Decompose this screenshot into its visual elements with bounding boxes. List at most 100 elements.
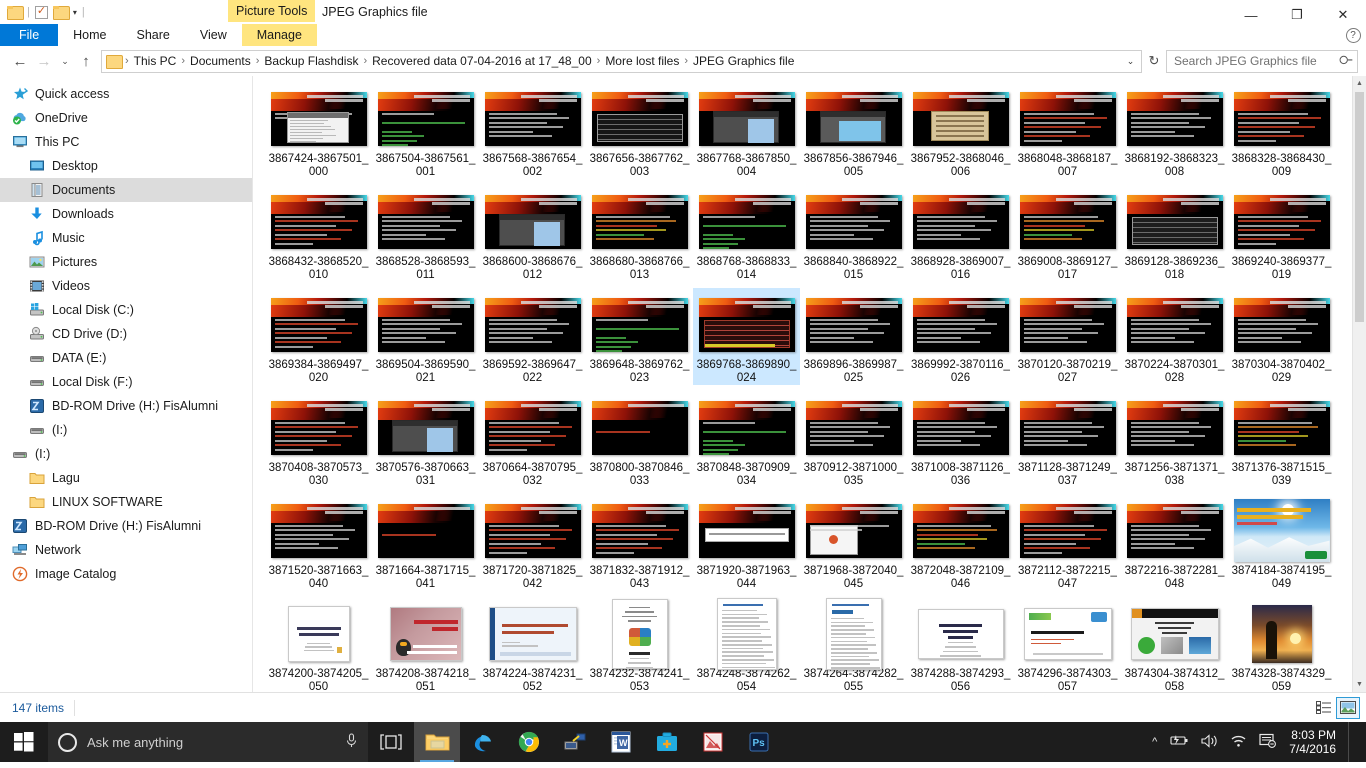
close-button[interactable]: ✕ xyxy=(1320,0,1366,30)
action-center-icon[interactable] xyxy=(1259,733,1277,751)
file-item[interactable]: 3868768-3868833_014 xyxy=(693,185,800,282)
task-view-button[interactable] xyxy=(368,722,414,762)
file-item[interactable]: 3867952-3868046_006 xyxy=(907,82,1014,179)
tab-manage[interactable]: Manage xyxy=(242,24,317,46)
file-item[interactable]: 3874328-3874329_059 xyxy=(1228,597,1335,692)
file-item[interactable]: 3869992-3870116_026 xyxy=(907,288,1014,385)
file-item[interactable]: 3868192-3868323_008 xyxy=(1121,82,1228,179)
tab-home[interactable]: Home xyxy=(58,24,121,46)
file-item[interactable]: 3871920-3871963_044 xyxy=(693,494,800,591)
sidebar-item-linux-software[interactable]: LINUX SOFTWARE xyxy=(0,490,252,514)
new-folder-icon[interactable] xyxy=(53,6,68,19)
tab-share[interactable]: Share xyxy=(122,24,185,46)
sidebar-item-cd-drive-d[interactable]: CD Drive (D:) xyxy=(0,322,252,346)
sidebar-item-pictures[interactable]: Pictures xyxy=(0,250,252,274)
file-item[interactable]: 3868528-3868593_011 xyxy=(372,185,479,282)
file-item[interactable]: 3871256-3871371_038 xyxy=(1121,391,1228,488)
sidebar-item-videos[interactable]: Videos xyxy=(0,274,252,298)
file-item[interactable]: 3870800-3870846_033 xyxy=(586,391,693,488)
back-button[interactable]: ← xyxy=(8,49,32,73)
toolkit-button[interactable] xyxy=(644,722,690,762)
chrome-button[interactable] xyxy=(506,722,552,762)
breadcrumb-more-lost-files[interactable]: More lost files xyxy=(601,54,683,68)
search-input[interactable]: Search JPEG Graphics file xyxy=(1166,50,1358,73)
sidebar-item-i[interactable]: (I:) xyxy=(0,418,252,442)
vertical-scrollbar[interactable]: ▲ ▼ xyxy=(1352,76,1366,692)
sidebar-item-documents[interactable]: Documents xyxy=(0,178,252,202)
tab-view[interactable]: View xyxy=(185,24,242,46)
photoshop-button[interactable]: Ps xyxy=(736,722,782,762)
file-item[interactable]: 3871520-3871663_040 xyxy=(265,494,372,591)
file-item[interactable]: 3872112-3872215_047 xyxy=(1014,494,1121,591)
file-item[interactable]: 3867656-3867762_003 xyxy=(586,82,693,179)
file-item[interactable]: 3869768-3869890_024 xyxy=(693,288,800,385)
image-viewer-button[interactable] xyxy=(690,722,736,762)
file-item[interactable]: 3870304-3870402_029 xyxy=(1228,288,1335,385)
sidebar-item-downloads[interactable]: Downloads xyxy=(0,202,252,226)
file-item[interactable]: 3868840-3868922_015 xyxy=(800,185,907,282)
breadcrumb[interactable]: › This PC › Documents › Backup Flashdisk… xyxy=(101,50,1142,73)
scroll-up-arrow[interactable]: ▲ xyxy=(1353,76,1366,91)
sidebar-item-data-e[interactable]: DATA (E:) xyxy=(0,346,252,370)
sidebar-item-network[interactable]: Network xyxy=(0,538,252,562)
file-item[interactable]: 3870120-3870219_027 xyxy=(1014,288,1121,385)
file-item[interactable]: 3874264-3874282_055 xyxy=(800,597,907,692)
file-item[interactable]: 3867504-3867561_001 xyxy=(372,82,479,179)
sidebar-item-local-disk-c[interactable]: Local Disk (C:) xyxy=(0,298,252,322)
breadcrumb-this-pc[interactable]: This PC xyxy=(130,54,181,68)
file-item[interactable]: 3874232-3874241_053 xyxy=(586,597,693,692)
minimize-button[interactable]: — xyxy=(1228,0,1274,30)
breadcrumb-documents[interactable]: Documents xyxy=(186,54,255,68)
sidebar-item-desktop[interactable]: Desktop xyxy=(0,154,252,178)
file-item[interactable]: 3874224-3874231_052 xyxy=(479,597,586,692)
file-item[interactable]: 3869008-3869127_017 xyxy=(1014,185,1121,282)
sidebar-item-lagu[interactable]: Lagu xyxy=(0,466,252,490)
start-button[interactable] xyxy=(0,722,48,762)
sidebar-item-i[interactable]: (I:) xyxy=(0,442,252,466)
recent-locations-button[interactable]: ⌄ xyxy=(56,49,74,73)
microphone-icon[interactable] xyxy=(345,733,358,751)
breadcrumb-backup-flashdisk[interactable]: Backup Flashdisk xyxy=(260,54,362,68)
file-item[interactable]: 3874200-3874205_050 xyxy=(265,597,372,692)
file-item[interactable]: 3874296-3874303_057 xyxy=(1014,597,1121,692)
file-item[interactable]: 3868432-3868520_010 xyxy=(265,185,372,282)
file-item[interactable]: 3870224-3870301_028 xyxy=(1121,288,1228,385)
breadcrumb-recovered-data[interactable]: Recovered data 07-04-2016 at 17_48_00 xyxy=(368,54,596,68)
refresh-button[interactable]: ↻ xyxy=(1142,49,1166,73)
file-item[interactable]: 3870912-3871000_035 xyxy=(800,391,907,488)
file-item[interactable]: 3871832-3871912_043 xyxy=(586,494,693,591)
file-item[interactable]: 3871720-3871825_042 xyxy=(479,494,586,591)
file-item[interactable]: 3870408-3870573_030 xyxy=(265,391,372,488)
sidebar-item-local-disk-f[interactable]: Local Disk (F:) xyxy=(0,370,252,394)
properties-check-icon[interactable] xyxy=(35,6,48,19)
file-item[interactable]: 3874288-3874293_056 xyxy=(907,597,1014,692)
file-item[interactable]: 3869592-3869647_022 xyxy=(479,288,586,385)
word-button[interactable]: W xyxy=(598,722,644,762)
file-item[interactable]: 3868928-3869007_016 xyxy=(907,185,1014,282)
large-icons-view-button[interactable] xyxy=(1336,697,1360,719)
file-item[interactable]: 3869896-3869987_025 xyxy=(800,288,907,385)
up-button[interactable]: ↑ xyxy=(74,49,98,73)
file-item[interactable]: 3867856-3867946_005 xyxy=(800,82,907,179)
details-view-button[interactable] xyxy=(1312,697,1336,719)
chevron-down-icon[interactable]: ⌄ xyxy=(1122,56,1139,67)
file-item[interactable]: 3870848-3870909_034 xyxy=(693,391,800,488)
file-item[interactable]: 3874184-3874195_049 xyxy=(1228,494,1335,591)
file-item[interactable]: 3869128-3869236_018 xyxy=(1121,185,1228,282)
file-item[interactable]: 3871008-3871126_036 xyxy=(907,391,1014,488)
file-item[interactable]: 3871376-3871515_039 xyxy=(1228,391,1335,488)
network-tool-button[interactable] xyxy=(552,722,598,762)
scroll-down-arrow[interactable]: ▼ xyxy=(1353,677,1366,692)
file-item[interactable]: 3868680-3868766_013 xyxy=(586,185,693,282)
maximize-button[interactable]: ❐ xyxy=(1274,0,1320,30)
clock[interactable]: 8:03 PM 7/4/2016 xyxy=(1289,728,1336,756)
file-item[interactable]: 3868600-3868676_012 xyxy=(479,185,586,282)
sidebar-item-bd-rom-drive-h-fisalumni[interactable]: BD-ROM Drive (H:) FisAlumni xyxy=(0,514,252,538)
sidebar-item-bd-rom-drive-h-fisalumni[interactable]: BD-ROM Drive (H:) FisAlumni xyxy=(0,394,252,418)
chevron-down-icon[interactable]: ▾ xyxy=(73,8,77,17)
file-item[interactable]: 3871664-3871715_041 xyxy=(372,494,479,591)
file-item[interactable]: 3874208-3874218_051 xyxy=(372,597,479,692)
sidebar-item-image-catalog[interactable]: Image Catalog xyxy=(0,562,252,586)
file-item[interactable]: 3871128-3871249_037 xyxy=(1014,391,1121,488)
file-item[interactable]: 3869504-3869590_021 xyxy=(372,288,479,385)
